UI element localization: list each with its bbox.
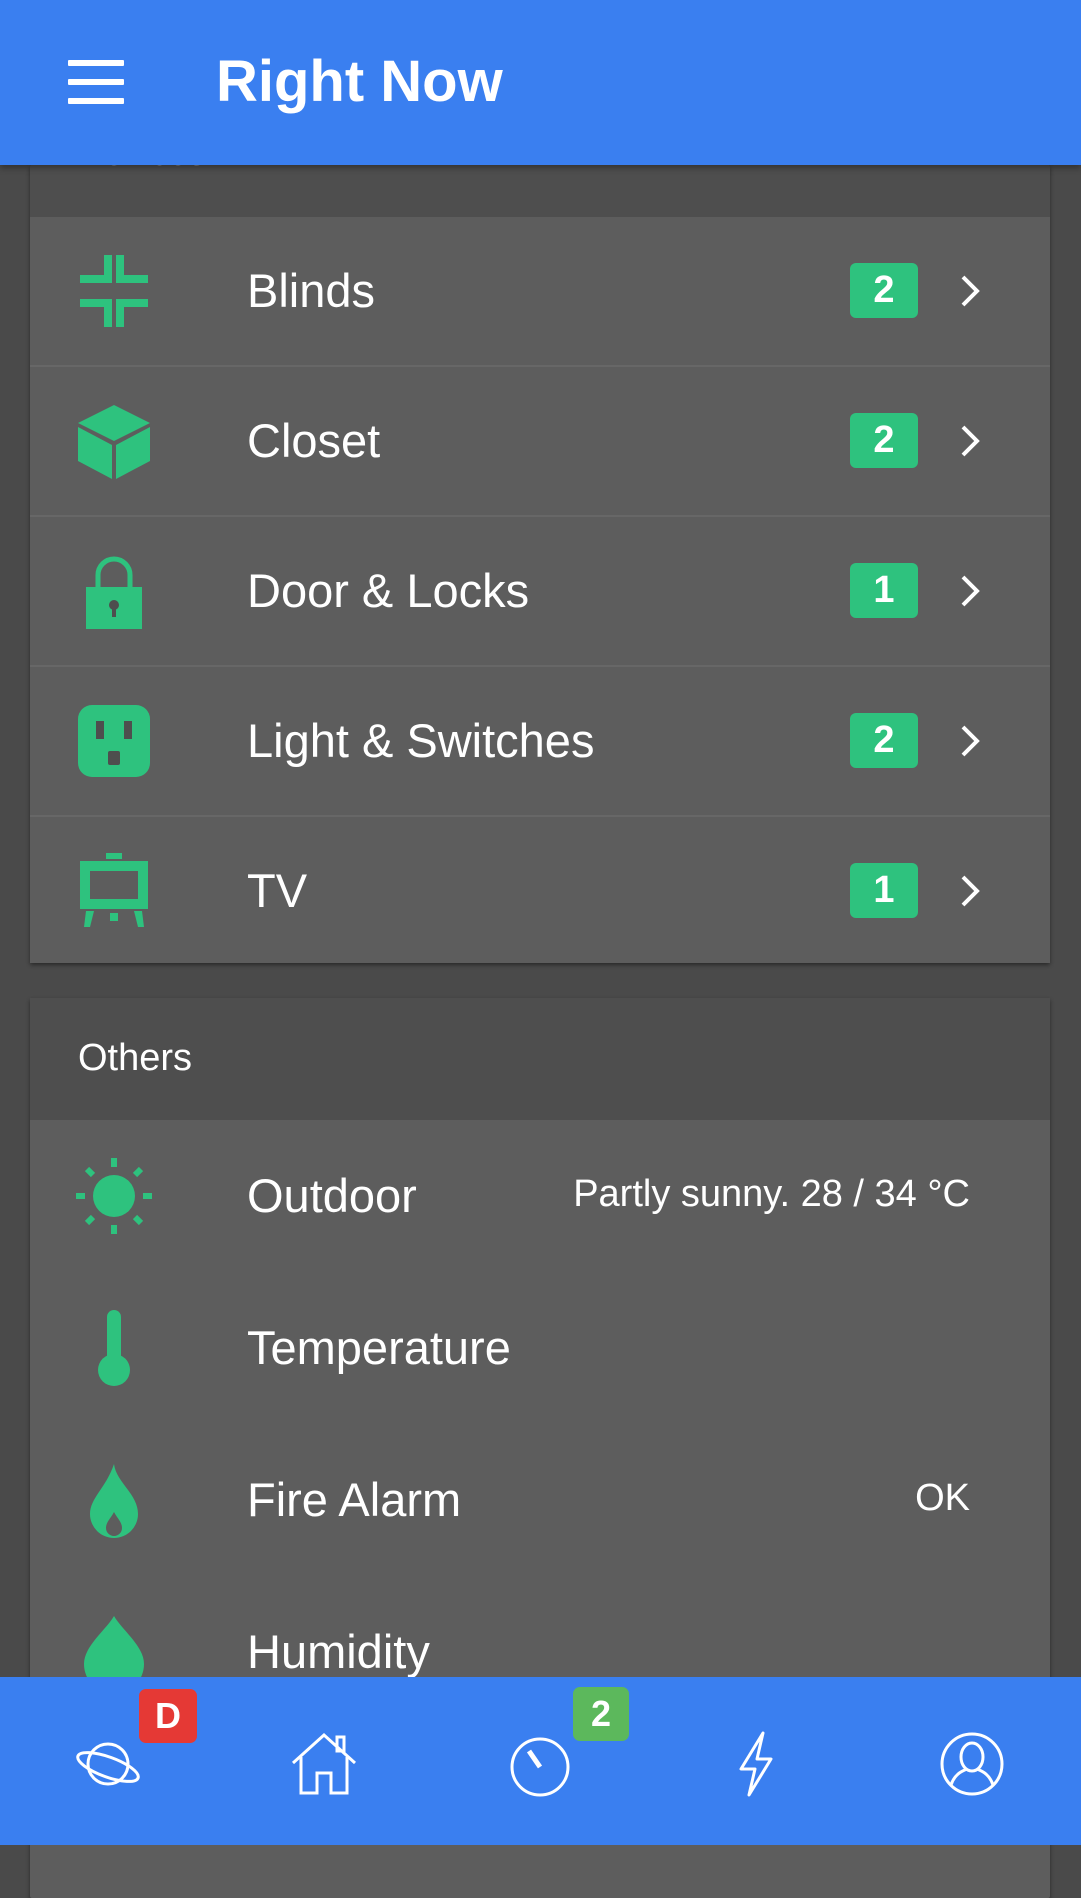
tv-icon [80, 853, 148, 927]
flame-icon [90, 1464, 138, 1538]
nav-item-lightning[interactable] [648, 1677, 864, 1845]
others-section-heading: Others [78, 1037, 193, 1079]
notification-badge: 2 [573, 1687, 629, 1741]
device-count-badge: 2 [850, 263, 918, 318]
fire-alarm-status: OK [915, 1477, 970, 1519]
nav-item-timer[interactable]: 2 [432, 1677, 648, 1845]
others-label: Temperature [247, 1321, 511, 1374]
chevron-right-icon [961, 575, 980, 607]
blinds-icon [80, 255, 148, 327]
others-label: Outdoor [247, 1169, 417, 1222]
chevron-right-icon [961, 875, 980, 907]
others-label: Fire Alarm [247, 1473, 462, 1526]
bottom-navigation: D 2 [0, 1677, 1081, 1845]
devices-card: Blinds 2 Closet 2 Door & Locks 1 Light &… [30, 165, 1050, 963]
notification-badge: D [139, 1689, 197, 1743]
hamburger-menu-icon[interactable] [58, 52, 134, 112]
timer-icon [510, 1737, 570, 1797]
cube-icon [78, 405, 150, 479]
others-row-temperature[interactable]: Temperature [30, 1272, 1050, 1424]
device-count-badge: 1 [850, 563, 918, 618]
device-label: Blinds [247, 264, 376, 317]
others-label: Humidity [247, 1625, 430, 1678]
planet-icon [76, 1742, 140, 1786]
device-count-badge: 1 [850, 863, 918, 918]
sun-icon [76, 1158, 152, 1234]
device-count-badge: 2 [850, 713, 918, 768]
device-label: TV [247, 864, 308, 917]
page-title: Right Now [216, 49, 503, 114]
others-row-fire-alarm[interactable]: Fire Alarm OK [30, 1424, 1050, 1576]
app-bar: Right Now [0, 0, 1081, 165]
device-row-door-locks[interactable]: Door & Locks 1 [30, 517, 1050, 667]
device-label: Closet [247, 414, 381, 467]
nav-item-user[interactable] [864, 1677, 1080, 1845]
lightning-icon [739, 1731, 773, 1797]
thermometer-icon [98, 1310, 130, 1386]
nav-item-planet[interactable]: D [0, 1677, 216, 1845]
chevron-right-icon [961, 425, 980, 457]
device-row-closet[interactable]: Closet 2 [30, 367, 1050, 517]
user-icon [940, 1732, 1004, 1796]
home-icon [291, 1732, 357, 1795]
others-card-header: Others [30, 998, 1050, 1120]
chevron-right-icon [961, 725, 980, 757]
device-count-badge: 2 [850, 413, 918, 468]
device-row-tv[interactable]: TV 1 [30, 817, 1050, 963]
nav-item-home[interactable] [216, 1677, 432, 1845]
power-outlet-icon [78, 705, 150, 777]
outdoor-weather-value: Partly sunny. 28 / 34 °C [573, 1173, 970, 1215]
padlock-icon [86, 556, 142, 629]
chevron-right-icon [961, 275, 980, 307]
device-row-blinds[interactable]: Blinds 2 [30, 217, 1050, 367]
device-row-light-switches[interactable]: Light & Switches 2 [30, 667, 1050, 817]
device-label: Door & Locks [247, 564, 530, 617]
others-row-outdoor[interactable]: Outdoor Partly sunny. 28 / 34 °C [30, 1120, 1050, 1272]
device-label: Light & Switches [247, 714, 595, 767]
